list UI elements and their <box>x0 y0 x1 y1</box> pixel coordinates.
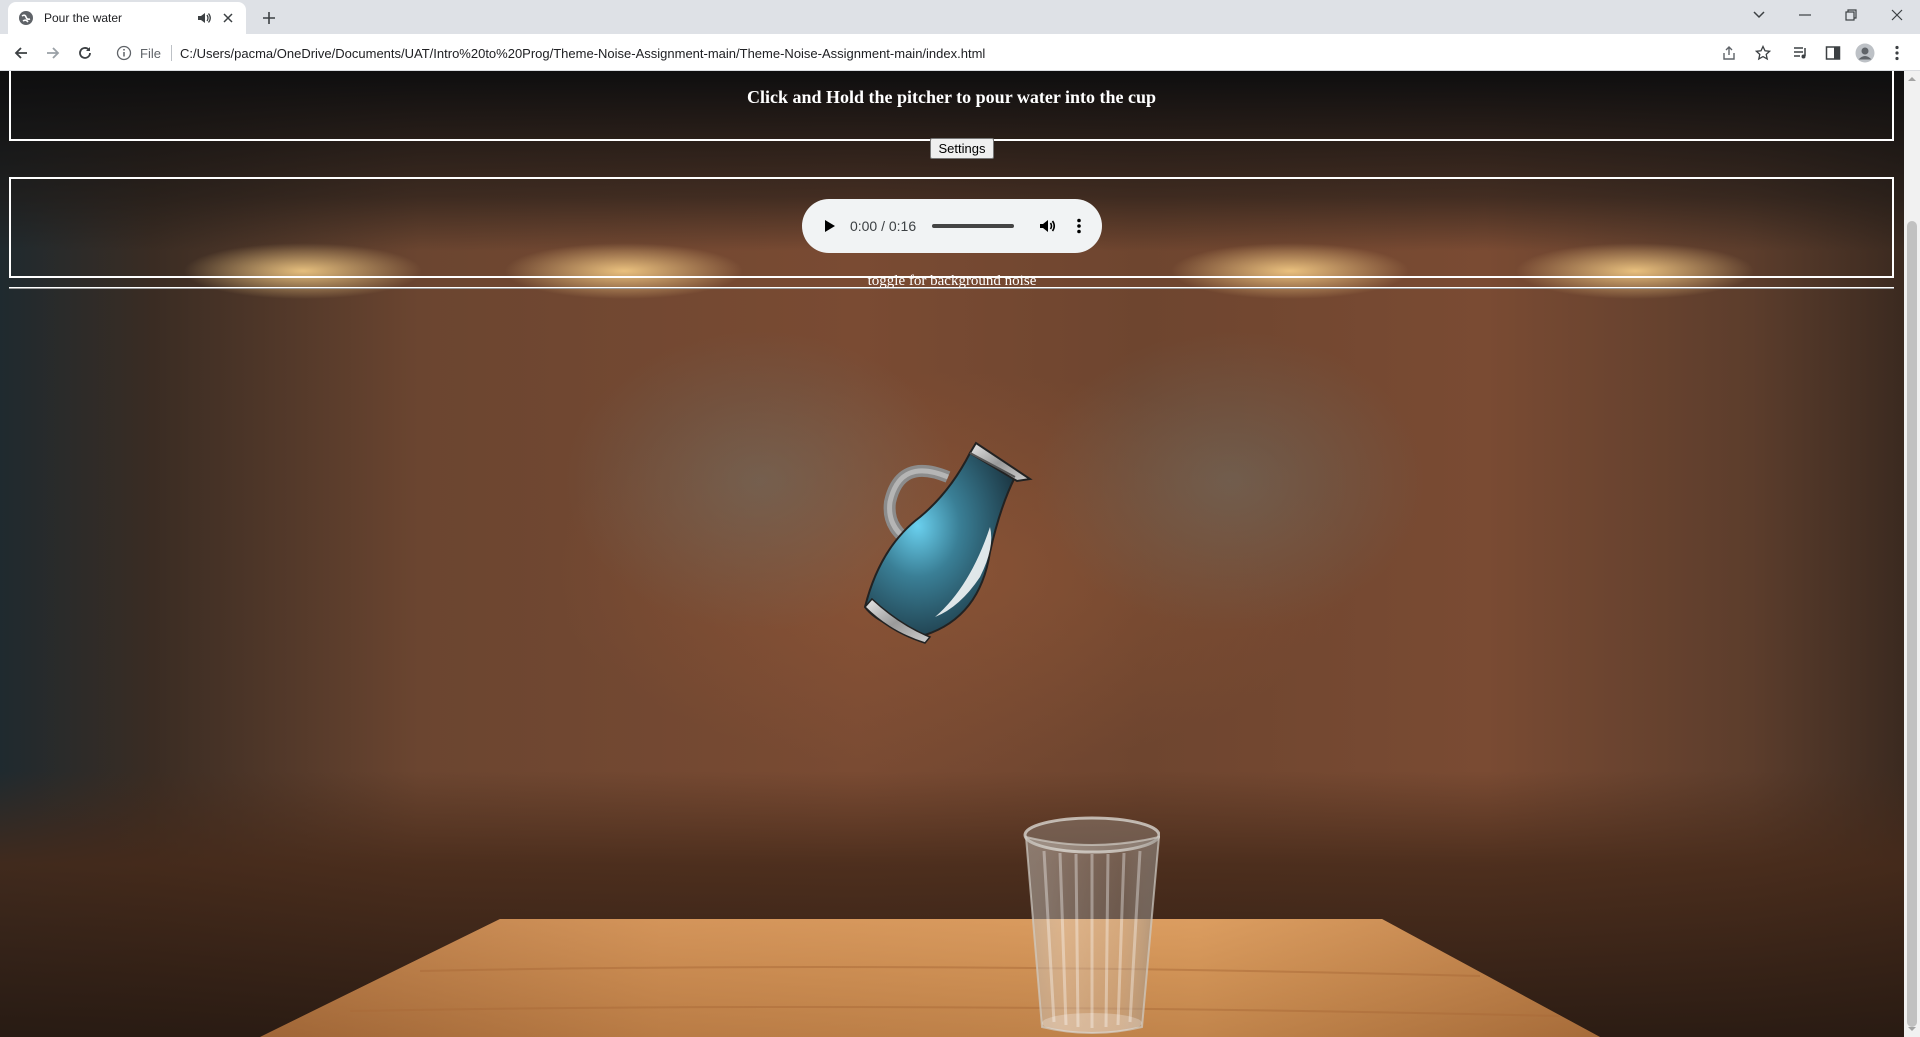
more-options-icon[interactable] <box>1070 215 1088 237</box>
profile-avatar-icon[interactable] <box>1854 42 1876 64</box>
page-viewport: Click and Hold the pitcher to pour water… <box>0 71 1904 1037</box>
url-text[interactable]: C:/Users/pacma/OneDrive/Documents/UAT/In… <box>180 46 985 61</box>
pitcher-image[interactable] <box>840 387 1070 687</box>
bookmark-star-icon[interactable] <box>1752 42 1774 64</box>
address-bar[interactable]: File C:/Users/pacma/OneDrive/Documents/U… <box>108 39 1766 67</box>
tab-title: Pour the water <box>44 11 123 25</box>
browser-toolbar: File C:/Users/pacma/OneDrive/Documents/U… <box>0 34 1920 71</box>
header-panel: Click and Hold the pitcher to pour water… <box>9 71 1894 159</box>
globe-icon <box>18 10 34 26</box>
info-icon[interactable] <box>116 45 132 61</box>
browser-tab[interactable]: Pour the water <box>8 2 246 34</box>
audio-player[interactable]: 0:00 / 0:16 <box>802 199 1102 253</box>
minimize-icon[interactable] <box>1782 0 1828 30</box>
back-icon[interactable] <box>9 41 33 65</box>
scroll-up-icon[interactable] <box>1908 75 1916 83</box>
page-scrollbar[interactable] <box>1904 71 1920 1037</box>
settings-button[interactable]: Settings <box>930 138 994 159</box>
media-control-icon[interactable] <box>1790 42 1812 64</box>
instruction-heading: Click and Hold the pitcher to pour water… <box>746 87 1157 107</box>
side-panel-icon[interactable] <box>1822 42 1844 64</box>
audio-seek-slider[interactable] <box>932 224 1015 228</box>
restore-icon[interactable] <box>1828 0 1874 30</box>
forward-icon[interactable] <box>41 41 65 65</box>
audio-time: 0:00 / 0:16 <box>849 218 917 234</box>
cup-image <box>1023 816 1160 1034</box>
url-separator <box>170 45 172 61</box>
scroll-down-icon[interactable] <box>1908 1025 1916 1033</box>
close-window-icon[interactable] <box>1874 0 1920 30</box>
share-icon[interactable] <box>1718 42 1740 64</box>
new-tab-button[interactable] <box>258 7 280 29</box>
tab-search-icon[interactable] <box>1736 0 1782 30</box>
background-tables <box>0 771 1904 1037</box>
speaker-icon[interactable] <box>196 10 212 26</box>
tab-strip: Pour the water <box>0 0 1920 34</box>
close-tab-icon[interactable] <box>220 10 236 26</box>
more-menu-icon[interactable] <box>1886 42 1908 64</box>
url-scheme-label: File <box>140 45 161 61</box>
volume-icon[interactable] <box>1036 215 1058 237</box>
play-icon[interactable] <box>820 216 840 236</box>
scrollbar-thumb[interactable] <box>1907 221 1917 1027</box>
toggle-noise-label: toggle for background noise <box>867 273 1037 289</box>
reload-icon[interactable] <box>73 41 97 65</box>
